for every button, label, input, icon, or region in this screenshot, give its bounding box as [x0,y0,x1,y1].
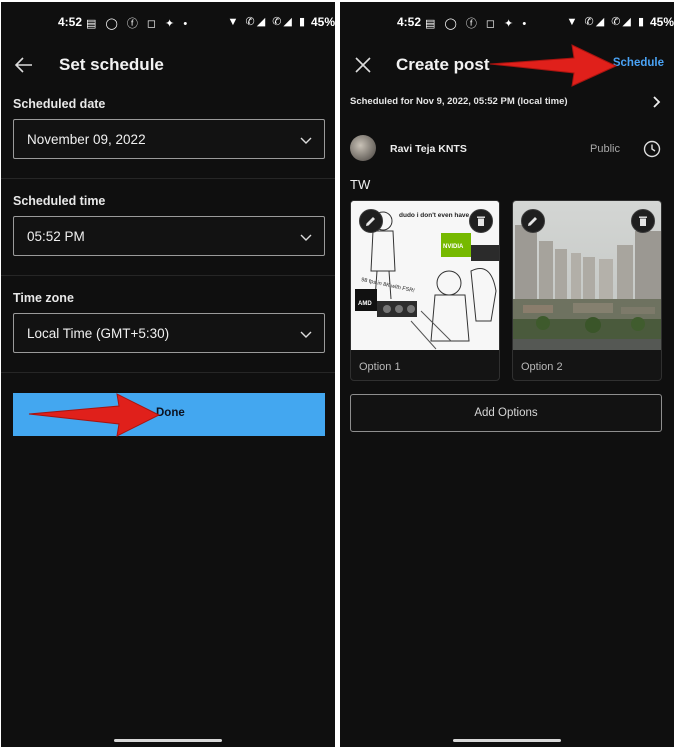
time-zone-label: Time zone [13,291,74,305]
trash-icon [477,216,485,226]
scheduled-time-dropdown[interactable]: 05:52 PM [13,216,325,256]
option-label: Option 2 [521,361,563,373]
pencil-icon [528,217,537,226]
visibility-label[interactable]: Public [590,143,620,155]
add-options-label: Add Options [474,407,538,419]
avatar [350,135,376,161]
author-name: Ravi Teja KNTS [390,143,467,155]
chevron-down-icon [300,137,312,144]
chevron-right-icon[interactable] [650,95,662,109]
scheduled-time-value: 05:52 PM [27,229,85,244]
edit-option-button[interactable] [359,209,383,233]
connectivity-icons: ▼ ✆◢ ✆◢ ▮ [227,16,307,28]
option-label: Option 1 [359,361,401,373]
schedule-button[interactable]: Schedule [613,57,664,69]
chevron-down-icon [300,331,312,338]
post-text[interactable]: TW [350,177,370,192]
annotation-arrow-icon [489,44,618,87]
connectivity-icons: ▼ ✆◢ ✆◢ ▮ [566,16,646,28]
divider [1,275,335,276]
notification-icons: ▤ ◯ ⓕ ◻ ✦ • [425,18,530,30]
edit-option-button[interactable] [521,209,545,233]
scheduled-time-label: Scheduled time [13,194,106,208]
home-indicator [453,739,561,742]
battery-percent: 45% [310,15,335,29]
back-arrow-icon[interactable] [13,54,35,76]
chevron-down-icon [300,234,312,241]
annotation-arrow-icon [28,393,161,437]
notification-icons: ▤ ◯ ⓕ ◻ ✦ • [86,18,191,30]
create-post-screen: 4:52 ▤ ◯ ⓕ ◻ ✦ • ▼ ✆◢ ✆◢ ▮ 45% Create po… [340,2,674,747]
delete-option-button[interactable] [469,209,493,233]
page-title: Set schedule [59,55,164,74]
clock-icon[interactable] [643,140,661,158]
scheduled-for-text[interactable]: Scheduled for Nov 9, 2022, 05:52 PM (loc… [350,96,568,107]
amd-logo: AMD [358,301,372,307]
app-bar: Set schedule [1,44,335,86]
status-time: 4:52 [397,15,422,29]
pencil-icon [366,217,375,226]
set-schedule-screen: 4:52 ▤ ◯ ⓕ ◻ ✦ • ▼ ✆◢ ✆◢ ▮ 45% Set sched… [1,2,335,747]
divider [1,372,335,373]
home-indicator [114,739,222,742]
battery-percent: 45% [649,15,674,29]
time-zone-dropdown[interactable]: Local Time (GMT+5:30) [13,313,325,353]
scheduled-date-value: November 09, 2022 [27,132,146,147]
scheduled-date-label: Scheduled date [13,97,106,111]
poll-option-card[interactable]: dudo i don't even have 4K yet 98 fps in … [350,200,500,381]
page-title: Create post [396,55,490,74]
close-icon[interactable] [352,54,374,76]
poll-option-card[interactable]: Option 2 [512,200,662,381]
status-bar: 4:52 ▤ ◯ ⓕ ◻ ✦ • ▼ ✆◢ ✆◢ ▮ 45% [340,2,674,44]
trash-icon [639,216,647,226]
time-zone-value: Local Time (GMT+5:30) [27,326,170,341]
delete-option-button[interactable] [631,209,655,233]
status-bar: 4:52 ▤ ◯ ⓕ ◻ ✦ • ▼ ✆◢ ✆◢ ▮ 45% [1,2,335,44]
status-time: 4:52 [58,15,83,29]
scheduled-date-dropdown[interactable]: November 09, 2022 [13,119,325,159]
divider [1,178,335,179]
nvidia-logo: NVIDIA [443,244,464,250]
add-options-button[interactable]: Add Options [350,394,662,432]
